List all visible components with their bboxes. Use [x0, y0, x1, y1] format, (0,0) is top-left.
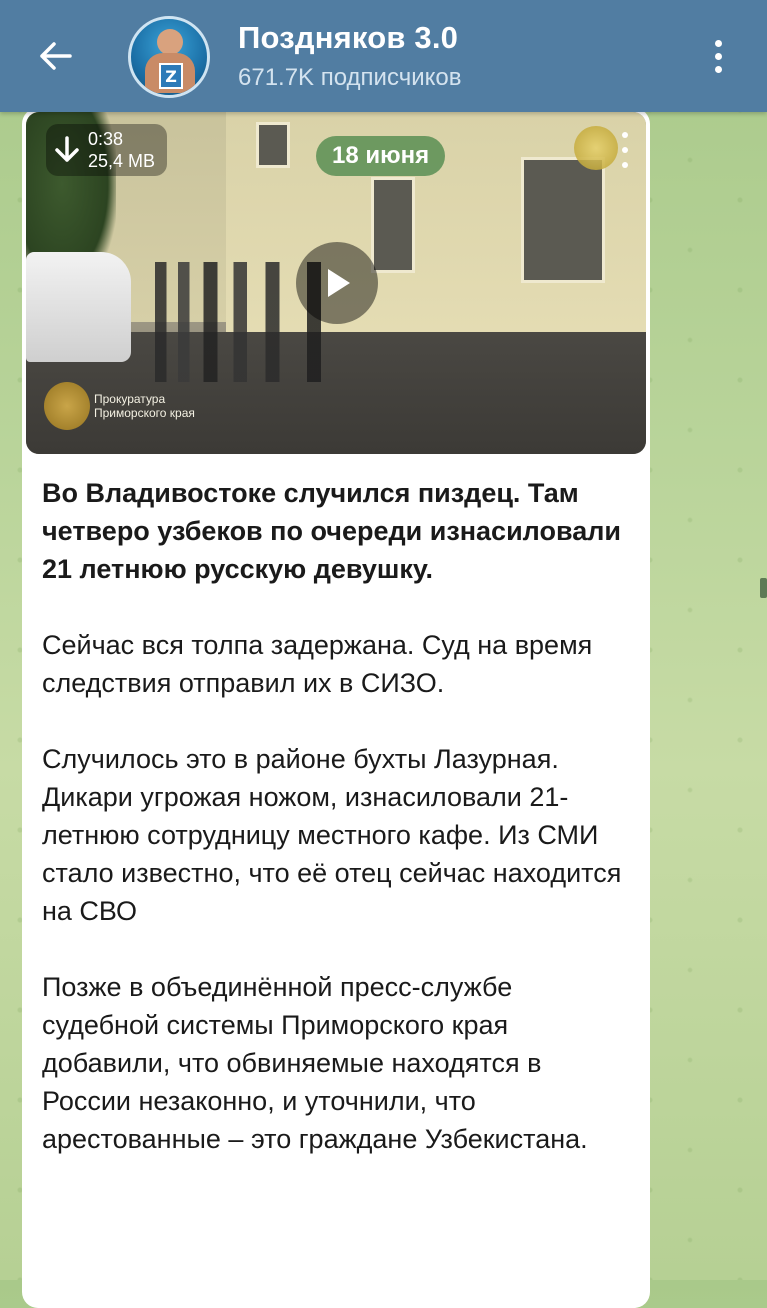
scrollbar[interactable]	[760, 578, 767, 598]
play-icon	[328, 269, 350, 297]
back-button[interactable]	[28, 28, 84, 84]
subscriber-count: 671.7K подписчиков	[238, 64, 462, 91]
video-file-size: 25,4 MB	[88, 151, 156, 171]
channel-header: Z Поздняков 3.0 671.7K подписчиков	[0, 0, 767, 112]
message-headline: Во Владивостоке случился пиздец. Там чет…	[42, 478, 621, 584]
play-button[interactable]	[296, 242, 378, 324]
download-arrow-icon	[55, 136, 79, 162]
video-download-info[interactable]: 0:38 25,4 MB	[46, 124, 168, 176]
message-bubble: 0:38 25,4 MB 18 июня Прокуратура Приморс…	[22, 108, 650, 1308]
video-duration: 0:38	[88, 129, 124, 149]
video-watermark: Прокуратура Приморского края	[44, 382, 195, 430]
video-menu-button[interactable]	[618, 132, 632, 168]
channel-avatar[interactable]: Z	[128, 16, 210, 98]
channel-watermark-icon	[574, 126, 618, 170]
message-text: Во Владивостоке случился пиздец. Там чет…	[42, 474, 632, 1196]
date-badge: 18 июня	[316, 136, 446, 176]
channel-title[interactable]: Поздняков 3.0	[238, 20, 458, 56]
message-paragraph: Позже в объединённой пресс-службе судебн…	[42, 972, 588, 1154]
z-logo-icon: Z	[159, 63, 183, 89]
video-attachment[interactable]: 0:38 25,4 MB 18 июня Прокуратура Приморс…	[26, 112, 646, 454]
more-menu-button[interactable]	[700, 30, 736, 82]
message-paragraph: Сейчас вся толпа задержана. Суд на время…	[42, 630, 593, 698]
arrow-left-icon	[40, 42, 72, 70]
message-paragraph: Случилось это в районе бухты Лазурная. Д…	[42, 744, 622, 926]
prosecutor-emblem-icon	[44, 382, 90, 430]
more-vertical-icon	[714, 39, 722, 47]
